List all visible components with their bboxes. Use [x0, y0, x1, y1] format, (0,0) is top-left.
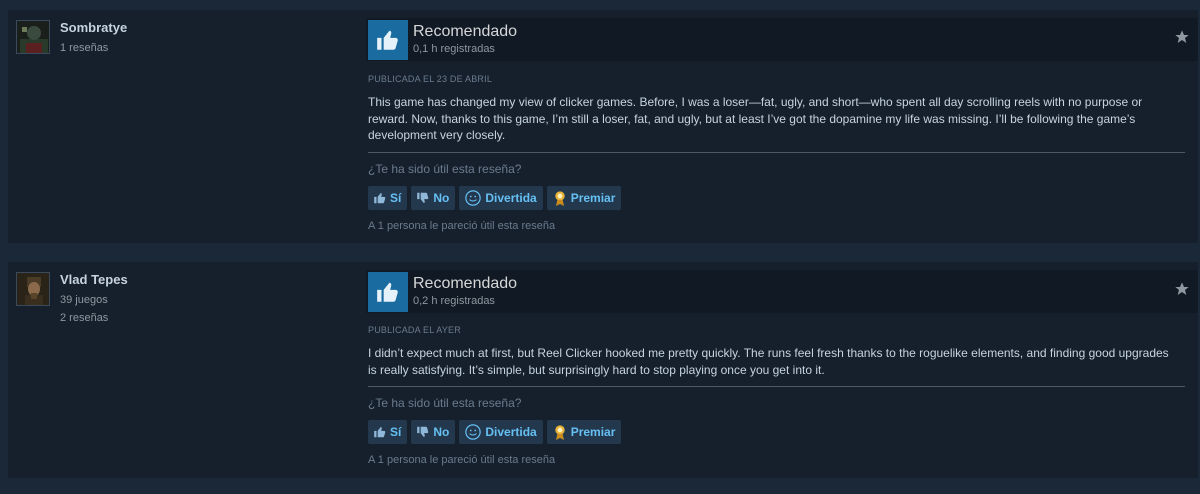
- award-button[interactable]: Premiar: [546, 420, 622, 444]
- star-icon: [1174, 281, 1190, 302]
- thumbs-down-icon: [417, 426, 429, 437]
- award-icon: [555, 425, 565, 440]
- hours-played: 0,2 h registradas: [413, 295, 495, 307]
- award-button[interactable]: Premiar: [546, 186, 622, 210]
- found-helpful-count: A 1 persona le pareció útil esta reseña: [368, 220, 556, 232]
- divider: [368, 386, 1185, 387]
- vote-no-button[interactable]: No: [411, 420, 456, 444]
- verdict-title: Recomendado: [413, 23, 518, 40]
- review-card: Sombratye 1 reseñas Recomendado 0,1 h re…: [8, 10, 1198, 243]
- author-games-count[interactable]: 39 juegos: [60, 294, 108, 306]
- vote-buttons: Sí No Divertida Premiar: [368, 186, 622, 210]
- helpful-question: ¿Te ha sido útil esta reseña?: [368, 396, 522, 410]
- author-review-count[interactable]: 2 reseñas: [60, 312, 108, 324]
- review-card: Vlad Tepes 39 juegos 2 reseñas Recomenda…: [8, 262, 1198, 478]
- review-text: This game has changed my view of clicker…: [368, 95, 1143, 142]
- verdict-title: Recomendado: [413, 275, 518, 292]
- found-helpful-count: A 1 persona le pareció útil esta reseña: [368, 454, 556, 466]
- thumbs-up-icon: [374, 427, 386, 438]
- vote-header[interactable]: Recomendado 0,2 h registradas: [366, 270, 1198, 313]
- vote-yes-button[interactable]: Sí: [368, 420, 408, 444]
- smiley-icon: [465, 424, 482, 440]
- posted-date: PUBLICADA EL AYER: [368, 325, 461, 335]
- award-label: Premiar: [570, 425, 616, 439]
- vote-header[interactable]: Recomendado 0,1 h registradas: [366, 18, 1198, 61]
- vote-yes-button[interactable]: Sí: [368, 186, 408, 210]
- vote-no-label: No: [433, 191, 450, 205]
- award-icon: [555, 191, 565, 206]
- vote-funny-label: Divertida: [485, 191, 537, 205]
- smiley-icon: [465, 190, 482, 206]
- thumbs-up-icon: [374, 193, 386, 204]
- vote-funny-label: Divertida: [485, 425, 537, 439]
- avatar[interactable]: [16, 272, 50, 306]
- thumbs-up-icon: [368, 272, 408, 312]
- author-name[interactable]: Vlad Tepes: [60, 272, 128, 287]
- vote-funny-button[interactable]: Divertida: [459, 186, 543, 210]
- review-text: I didn’t expect much at first, but Reel …: [368, 346, 1169, 377]
- helpful-question: ¿Te ha sido útil esta reseña?: [368, 162, 522, 176]
- vote-yes-label: Sí: [390, 425, 402, 439]
- divider: [368, 152, 1185, 153]
- posted-date: PUBLICADA EL 23 DE ABRIL: [368, 74, 493, 84]
- vote-funny-button[interactable]: Divertida: [459, 420, 543, 444]
- author-name[interactable]: Sombratye: [60, 20, 127, 35]
- award-label: Premiar: [570, 191, 616, 205]
- star-icon: [1174, 29, 1190, 50]
- hours-played: 0,1 h registradas: [413, 43, 495, 55]
- thumbs-down-icon: [417, 192, 429, 203]
- author-review-count[interactable]: 1 reseñas: [60, 42, 108, 54]
- avatar[interactable]: [16, 20, 50, 54]
- vote-yes-label: Sí: [390, 191, 402, 205]
- thumbs-up-icon: [368, 20, 408, 60]
- vote-buttons: Sí No Divertida Premiar: [368, 420, 622, 444]
- vote-no-button[interactable]: No: [411, 186, 456, 210]
- vote-no-label: No: [433, 425, 450, 439]
